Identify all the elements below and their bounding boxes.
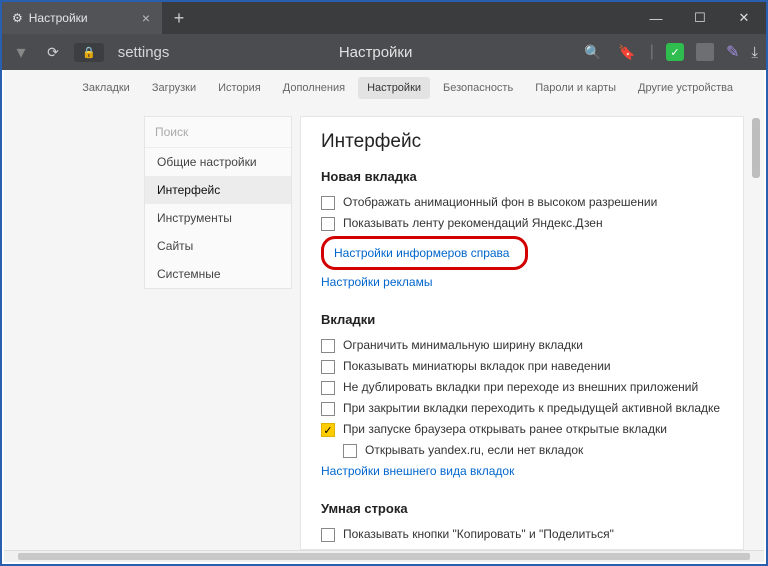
protect-shield-icon[interactable]: ✓ [666, 43, 684, 61]
search-icon[interactable]: 🔍 [582, 44, 604, 61]
topnav-passwords[interactable]: Пароли и карты [526, 77, 625, 99]
settings-topnav: Закладки Загрузки История Дополнения Нас… [4, 70, 764, 106]
reload-button[interactable]: ⟳ [42, 44, 64, 61]
feather-icon[interactable]: ✎ [726, 42, 739, 62]
download-icon[interactable]: ⤓ [751, 44, 758, 61]
option-prev-active[interactable]: При закрытии вкладки переходить к предыд… [321, 398, 723, 419]
checkbox-icon[interactable] [321, 528, 335, 542]
extension-icon[interactable] [696, 43, 714, 61]
section-newtab-title: Новая вкладка [321, 169, 723, 184]
sidebar-item-sites[interactable]: Сайты [145, 232, 291, 260]
checkbox-checked-icon[interactable]: ✓ [321, 423, 335, 437]
option-copy-share[interactable]: Показывать кнопки "Копировать" и "Подели… [321, 524, 723, 545]
option-restore-tabs[interactable]: ✓ При запуске браузера открывать ранее о… [321, 419, 723, 440]
minimize-button[interactable]: — [634, 2, 678, 34]
topnav-history[interactable]: История [209, 77, 270, 99]
sidebar-item-interface[interactable]: Интерфейс [145, 176, 291, 204]
option-label: Отображать анимационный фон в высоком ра… [343, 195, 657, 209]
lock-icon[interactable]: 🔒 [74, 43, 104, 62]
settings-main-panel: Интерфейс Новая вкладка Отображать анима… [300, 116, 744, 550]
checkbox-icon[interactable] [343, 444, 357, 458]
option-animated-bg[interactable]: Отображать анимационный фон в высоком ра… [321, 192, 723, 213]
tableau-icon[interactable]: ▾ [10, 42, 32, 63]
new-tab-button[interactable]: + [162, 2, 196, 34]
maximize-button[interactable]: ☐ [678, 2, 722, 34]
settings-sidebar: Поиск Общие настройки Интерфейс Инструме… [144, 116, 292, 289]
section-tabs-title: Вкладки [321, 312, 723, 327]
vertical-scrollbar[interactable] [752, 118, 760, 178]
sidebar-item-system[interactable]: Системные [145, 260, 291, 288]
page-title: Настройки [179, 44, 571, 61]
link-tab-appearance[interactable]: Настройки внешнего вида вкладок [321, 461, 514, 481]
link-ads-settings[interactable]: Настройки рекламы [321, 272, 432, 292]
topnav-security[interactable]: Безопасность [434, 77, 522, 99]
url-text[interactable]: settings [118, 44, 170, 61]
main-heading: Интерфейс [321, 131, 723, 153]
section-smartline-title: Умная строка [321, 501, 723, 516]
checkbox-icon[interactable] [321, 217, 335, 231]
address-bar: ▾ ⟳ 🔒 settings Настройки 🔍 🔖 | ✓ ✎ ⤓ [2, 34, 766, 70]
option-no-duplicate[interactable]: Не дублировать вкладки при переходе из в… [321, 377, 723, 398]
option-open-yandex[interactable]: Открывать yandex.ru, если нет вкладок [343, 440, 723, 461]
browser-tab[interactable]: ⚙ Настройки × [2, 2, 162, 34]
topnav-settings[interactable]: Настройки [358, 77, 430, 99]
option-label: Показывать ленту рекомендаций Яндекс.Дзе… [343, 216, 603, 230]
scrollbar-thumb[interactable] [18, 553, 750, 560]
option-label: Не дублировать вкладки при переходе из в… [343, 380, 698, 394]
checkbox-icon[interactable] [321, 402, 335, 416]
checkbox-icon[interactable] [321, 196, 335, 210]
link-informers-settings[interactable]: Настройки информеров справа [334, 243, 509, 263]
tab-close-button[interactable]: × [138, 10, 154, 26]
close-window-button[interactable]: ✕ [722, 2, 766, 34]
content-area: Закладки Загрузки История Дополнения Нас… [4, 70, 764, 550]
topnav-devices[interactable]: Другие устройства [629, 77, 742, 99]
checkbox-icon[interactable] [321, 381, 335, 395]
toolbar-right: 🔍 🔖 | ✓ ✎ ⤓ [582, 42, 758, 62]
tab-title: Настройки [29, 11, 88, 25]
option-label: Открывать yandex.ru, если нет вкладок [365, 443, 583, 457]
topnav-addons[interactable]: Дополнения [274, 77, 354, 99]
gear-icon: ⚙ [12, 11, 23, 25]
option-label: Показывать кнопки "Копировать" и "Подели… [343, 527, 614, 541]
option-label: Ограничить минимальную ширину вкладки [343, 338, 583, 352]
option-tab-thumbs[interactable]: Показывать миниатюры вкладок при наведен… [321, 356, 723, 377]
sidebar-search-input[interactable]: Поиск [145, 117, 291, 148]
sidebar-item-tools[interactable]: Инструменты [145, 204, 291, 232]
option-zen-feed[interactable]: Показывать ленту рекомендаций Яндекс.Дзе… [321, 213, 723, 234]
sidebar-item-general[interactable]: Общие настройки [145, 148, 291, 176]
checkbox-icon[interactable] [321, 360, 335, 374]
checkbox-icon[interactable] [321, 339, 335, 353]
option-label: При запуске браузера открывать ранее отк… [343, 422, 667, 436]
bookmark-icon[interactable]: 🔖 [616, 44, 638, 61]
option-label: При закрытии вкладки переходить к предыд… [343, 401, 720, 415]
window-controls: — ☐ ✕ [634, 2, 766, 34]
topnav-bookmarks[interactable]: Закладки [73, 77, 139, 99]
highlight-callout: Настройки информеров справа [321, 236, 528, 270]
horizontal-scrollbar[interactable] [4, 550, 764, 562]
option-label: Показывать миниатюры вкладок при наведен… [343, 359, 611, 373]
topnav-downloads[interactable]: Загрузки [143, 77, 205, 99]
option-min-width[interactable]: Ограничить минимальную ширину вкладки [321, 335, 723, 356]
window-titlebar: ⚙ Настройки × + — ☐ ✕ [2, 2, 766, 34]
